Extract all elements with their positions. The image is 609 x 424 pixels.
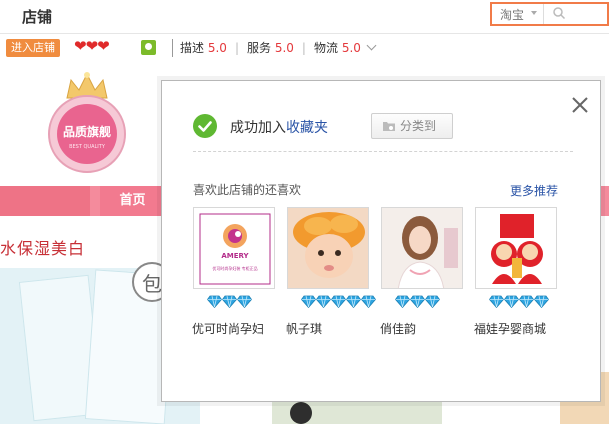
shop-thumbnail[interactable] [475, 207, 557, 289]
diamond-rating [301, 295, 376, 309]
top-bar: 店铺 淘宝 [0, 0, 609, 34]
model-photo-image [382, 208, 462, 288]
diamond-icon [301, 295, 316, 308]
score-divider: | [301, 41, 306, 55]
success-message-row: 成功加入收藏夹 分类到 [193, 113, 573, 139]
shop-thumbnail[interactable]: AMERY 优可时尚孕妇装 专柜正品 [193, 207, 275, 289]
shop-name[interactable]: 俏佳韵 [380, 320, 416, 337]
logo-subtext: BEST QUALITY [69, 144, 106, 150]
heart-icon: ❤❤❤ [74, 37, 110, 55]
shop-logo[interactable]: 品质旗舰 BEST QUALITY [45, 70, 130, 175]
product-face-image [290, 402, 312, 424]
categorize-label: 分类到 [400, 119, 437, 133]
categorize-button[interactable]: 分类到 [371, 113, 453, 139]
thumb-subtext: 优可时尚孕妇装 专柜正品 [212, 265, 257, 271]
favorites-link[interactable]: 收藏夹 [286, 120, 328, 136]
diamond-icon [504, 295, 519, 308]
diamond-icon [410, 295, 425, 308]
diamond-icon [346, 295, 361, 308]
check-circle-icon [193, 114, 217, 138]
chevron-down-icon[interactable] [366, 40, 377, 51]
diamond-icon [331, 295, 346, 308]
folder-icon [383, 122, 395, 131]
diamond-icon [395, 295, 410, 308]
success-message: 成功加入收藏夹 [230, 120, 328, 136]
diamond-icon [489, 295, 504, 308]
divider [193, 151, 573, 152]
diamond-icon [222, 295, 237, 308]
search-icon[interactable] [552, 6, 566, 20]
baby-photo-image [288, 208, 368, 288]
diamond-icon [316, 295, 331, 308]
nav-home-link[interactable]: 首页 [100, 186, 165, 216]
diamond-rating [395, 295, 440, 309]
shop-thumbnail[interactable] [381, 207, 463, 289]
recommend-title: 喜欢此店铺的还喜欢 [193, 183, 302, 197]
recommended-shops: AMERY 优可时尚孕妇装 专柜正品 优可时尚孕妇 帆子琪 俏佳韵 福娃孕婴商城 [192, 207, 573, 337]
search-scope-label: 淘宝 [500, 8, 525, 22]
score-divider: | [234, 41, 239, 55]
caret-down-icon [531, 11, 537, 15]
favorite-success-dialog: 成功加入收藏夹 分类到 喜欢此店铺的还喜欢 更多推荐 AMERY 优可时尚孕妇装… [161, 80, 601, 402]
diamond-icon [519, 295, 534, 308]
shop-thumbnail[interactable] [287, 207, 369, 289]
thumb-brand: AMERY [221, 252, 249, 260]
score-service: 服务 5.0 [246, 41, 294, 55]
close-icon[interactable] [570, 95, 590, 115]
diamond-icon [207, 295, 222, 308]
crown-icon [66, 72, 108, 99]
fuwa-logo-image [476, 208, 556, 288]
shop-scores[interactable]: 描述 5.0 | 服务 5.0 | 物流 5.0 [172, 39, 361, 57]
score-logistics: 物流 5.0 [313, 41, 361, 55]
shop-name[interactable]: 福娃孕婴商城 [474, 320, 546, 337]
more-recommend-link[interactable]: 更多推荐 [510, 182, 558, 199]
diamond-rating [489, 295, 549, 309]
diamond-rating [207, 295, 252, 309]
search-box[interactable]: 淘宝 [490, 2, 609, 26]
diamond-icon [237, 295, 252, 308]
shop-badge-icon[interactable] [141, 40, 156, 55]
shop-name[interactable]: 帆子琪 [286, 320, 322, 337]
nav-left-block [0, 186, 90, 216]
diamond-icon [425, 295, 440, 308]
promo-heading: 水保湿美白 [0, 239, 86, 258]
shop-info-row: 进入店铺 ❤❤❤ 描述 5.0 | 服务 5.0 | 物流 5.0 [0, 36, 609, 62]
diamond-icon [361, 295, 376, 308]
search-scope-select[interactable]: 淘宝 [492, 4, 544, 24]
enter-shop-button[interactable]: 进入店铺 [6, 39, 60, 57]
page-title: 店铺 [22, 8, 53, 26]
shop-thumbnail-image: AMERY 优可时尚孕妇装 专柜正品 [194, 208, 274, 288]
shop-name[interactable]: 优可时尚孕妇 [192, 320, 264, 337]
score-description: 描述 5.0 [180, 41, 227, 55]
page: 店铺 淘宝 进入店铺 ❤❤❤ 描述 5.0 | 服务 5.0 | 物流 5.0 [0, 0, 609, 424]
diamond-icon [534, 295, 549, 308]
logo-text: 品质旗舰 [63, 124, 111, 139]
